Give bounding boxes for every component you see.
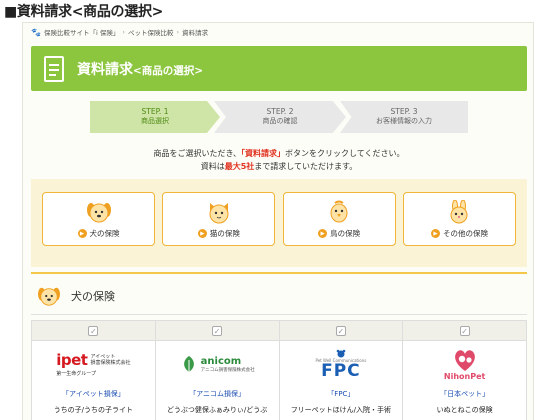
insurer-checkbox-cell: ✓ — [32, 321, 155, 341]
insurer-checkbox[interactable]: ✓ — [88, 325, 99, 336]
page-title-sub: <商品の選択> — [133, 64, 204, 77]
dog-icon — [38, 287, 60, 306]
step-2: STEP. 2 商品の確認 — [214, 101, 346, 133]
insurer-link[interactable]: 「FPC」 — [280, 389, 403, 399]
breadcrumb-current: 資料請求 — [182, 29, 209, 37]
step-number: STEP. 3 — [390, 107, 418, 117]
category-other-button[interactable]: ▶ その他の保険 — [402, 192, 516, 246]
insurer-link[interactable]: 「アイペット損保」 — [32, 389, 155, 399]
fpc-logo-text: FPC — [321, 360, 361, 381]
insurer-card: ✓ ipet アイペット 損害保険株式会社 第一生命グループ 「アイペット損保」 … — [32, 321, 156, 420]
insurer-logo: Pet Well Communications FPC — [280, 341, 403, 387]
category-bird-button[interactable]: ▶ 鳥の保険 — [282, 192, 396, 246]
category-label: 犬の保険 — [89, 229, 120, 238]
instruction-text: まで請求していただけます。 — [254, 162, 358, 171]
category-label: その他の保険 — [442, 229, 488, 238]
step-3: STEP. 3 お客様情報の入力 — [340, 101, 468, 133]
insurer-logo: NihonPet — [403, 341, 526, 387]
insurer-card: ✓ NihonPet 「日本ペット」 いぬとねこの保険 — [403, 321, 527, 420]
insurer-product: うちの子/うちの子ライト — [53, 406, 134, 414]
category-label: 鳥の保険 — [330, 229, 361, 238]
anicom-logo-text: anicom — [200, 355, 242, 367]
breadcrumb-separator: › — [176, 28, 180, 36]
step-label: 商品の確認 — [262, 117, 298, 126]
anicom-leaf-icon — [183, 356, 194, 372]
insurer-checkbox[interactable]: ✓ — [335, 325, 346, 336]
instruction-emphasis: 最大5社 — [224, 162, 255, 171]
section-title: 犬の保険 — [71, 290, 115, 303]
page-frame: 🐾 保険比較サイト「i 保険」 › ペット保険比較 › 資料請求 資料請求<商品… — [22, 22, 534, 420]
cat-icon — [209, 203, 229, 224]
insurer-product: どうぶつ健保ふぁみりぃ/どうぶ — [166, 406, 268, 414]
insurer-card: ✓ Pet Well Communications FPC 「FPC」 フリーペ… — [279, 321, 404, 420]
instruction-text: 商品をご選択いただき、 — [153, 149, 241, 158]
section-header: 犬の保険 — [31, 278, 527, 314]
breadcrumb: 🐾 保険比較サイト「i 保険」 › ペット保険比較 › 資料請求 — [31, 27, 209, 38]
document-icon — [44, 55, 64, 82]
ipet-logo-company: 損害保険株式会社 — [90, 360, 131, 366]
nihonpet-logo-text: NihonPet — [443, 371, 486, 381]
insurer-checkbox-cell: ✓ — [155, 321, 279, 341]
insurer-product: いぬとねこの保険 — [436, 406, 493, 414]
instruction-line-2: 資料は最大5社まで請求していただけます。 — [23, 161, 533, 172]
page-banner: 資料請求<商品の選択> — [31, 46, 527, 91]
breadcrumb-home[interactable]: 保険比較サイト「i 保険」 — [44, 27, 119, 37]
breadcrumb-pet-compare[interactable]: ペット保険比較 — [128, 27, 174, 37]
category-dog-button[interactable]: ▶ 犬の保険 — [42, 192, 155, 246]
chevron-right-icon: ▶ — [430, 229, 440, 238]
insurer-card: ✓ anicom アニコム損害保険株式会社 「アニコム損保」 どうぶつ健保ふぁみ… — [155, 321, 280, 420]
chevron-right-icon: ▶ — [318, 229, 328, 238]
ipet-logo-group: 第一生命グループ — [56, 371, 96, 377]
insurer-logo: anicom アニコム損害保険株式会社 — [156, 341, 279, 387]
category-label: 猫の保険 — [209, 229, 240, 238]
insurer-checkbox[interactable]: ✓ — [212, 325, 223, 336]
chevron-right-icon: ▶ — [197, 229, 207, 238]
insurer-grid: ✓ ipet アイペット 損害保険株式会社 第一生命グループ 「アイペット損保」 … — [31, 320, 527, 420]
insurer-product: フリーペットほけん/入院・手術 — [290, 406, 392, 414]
page-title-main: 資料請求 — [77, 61, 133, 78]
step-1: STEP. 1 商品選択 — [90, 101, 220, 133]
category-cat-button[interactable]: ▶ 猫の保険 — [162, 192, 276, 246]
anicom-logo-sub: アニコム損害保険株式会社 — [200, 367, 255, 373]
section-underline — [31, 314, 527, 315]
paw-icon: 🐾 — [31, 27, 41, 37]
chevron-right-icon: ▶ — [77, 229, 87, 238]
ipet-logo-text: ipet — [56, 351, 88, 369]
instruction-emphasis: 「資料請求」 — [240, 149, 285, 158]
progress-steps: STEP. 1 商品選択 STEP. 2 商品の確認 STEP. 3 お客様情報… — [90, 101, 468, 133]
page-caption: ■資料請求<商品の選択> — [4, 4, 164, 20]
section-divider — [31, 272, 527, 274]
step-label: お客様情報の入力 — [376, 117, 432, 126]
step-number: STEP. 2 — [266, 107, 294, 117]
insurer-checkbox-cell: ✓ — [279, 321, 403, 341]
dog-icon — [86, 203, 111, 223]
insurer-checkbox[interactable]: ✓ — [459, 325, 470, 336]
instruction-text: 資料は — [200, 162, 225, 171]
breadcrumb-separator: › — [122, 28, 125, 36]
step-label: 商品選択 — [141, 117, 169, 126]
rabbit-icon — [450, 200, 468, 224]
category-selector: ▶ 犬の保険 ▶ 猫の保険 ▶ 鳥の保険 ▶ その他の保険 — [31, 179, 527, 267]
insurer-link[interactable]: 「日本ペット」 — [403, 389, 526, 399]
instruction-line-1: 商品をご選択いただき、「資料請求」ボタンをクリックしてください。 — [23, 148, 533, 159]
bird-icon — [330, 200, 348, 223]
step-number: STEP. 1 — [141, 107, 169, 117]
instruction-text: ボタンをクリックしてください。 — [284, 149, 405, 158]
insurer-link[interactable]: 「アニコム損保」 — [156, 389, 279, 399]
fpc-pet-icon — [336, 349, 346, 357]
insurer-logo: ipet アイペット 損害保険株式会社 第一生命グループ — [32, 341, 155, 387]
page-title: 資料請求<商品の選択> — [77, 59, 203, 79]
insurer-checkbox-cell: ✓ — [403, 321, 526, 341]
nihonpet-heart-icon — [454, 349, 475, 371]
